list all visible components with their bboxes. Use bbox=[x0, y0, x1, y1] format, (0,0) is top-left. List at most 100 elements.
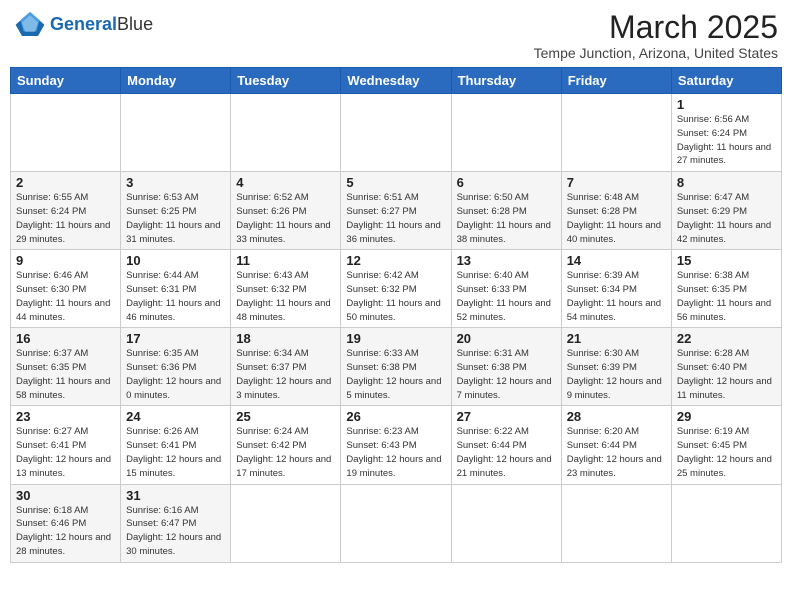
day-header-monday: Monday bbox=[121, 68, 231, 94]
day-number: 4 bbox=[236, 175, 335, 190]
day-number: 31 bbox=[126, 488, 225, 503]
calendar-cell bbox=[341, 484, 451, 562]
day-info: Sunrise: 6:38 AM Sunset: 6:35 PM Dayligh… bbox=[677, 269, 776, 324]
day-info: Sunrise: 6:18 AM Sunset: 6:46 PM Dayligh… bbox=[16, 504, 115, 559]
calendar-cell: 22Sunrise: 6:28 AM Sunset: 6:40 PM Dayli… bbox=[671, 328, 781, 406]
day-number: 25 bbox=[236, 409, 335, 424]
calendar-cell: 12Sunrise: 6:42 AM Sunset: 6:32 PM Dayli… bbox=[341, 250, 451, 328]
calendar-week-row: 9Sunrise: 6:46 AM Sunset: 6:30 PM Daylig… bbox=[11, 250, 782, 328]
day-number: 21 bbox=[567, 331, 666, 346]
day-info: Sunrise: 6:53 AM Sunset: 6:25 PM Dayligh… bbox=[126, 191, 225, 246]
calendar-cell bbox=[451, 484, 561, 562]
day-number: 29 bbox=[677, 409, 776, 424]
day-number: 13 bbox=[457, 253, 556, 268]
calendar-cell bbox=[561, 94, 671, 172]
day-number: 8 bbox=[677, 175, 776, 190]
calendar-cell: 28Sunrise: 6:20 AM Sunset: 6:44 PM Dayli… bbox=[561, 406, 671, 484]
day-info: Sunrise: 6:43 AM Sunset: 6:32 PM Dayligh… bbox=[236, 269, 335, 324]
calendar-cell bbox=[451, 94, 561, 172]
calendar-cell: 29Sunrise: 6:19 AM Sunset: 6:45 PM Dayli… bbox=[671, 406, 781, 484]
day-info: Sunrise: 6:35 AM Sunset: 6:36 PM Dayligh… bbox=[126, 347, 225, 402]
day-info: Sunrise: 6:23 AM Sunset: 6:43 PM Dayligh… bbox=[346, 425, 445, 480]
day-number: 5 bbox=[346, 175, 445, 190]
day-number: 2 bbox=[16, 175, 115, 190]
day-number: 6 bbox=[457, 175, 556, 190]
day-number: 3 bbox=[126, 175, 225, 190]
day-info: Sunrise: 6:22 AM Sunset: 6:44 PM Dayligh… bbox=[457, 425, 556, 480]
day-number: 28 bbox=[567, 409, 666, 424]
day-info: Sunrise: 6:47 AM Sunset: 6:29 PM Dayligh… bbox=[677, 191, 776, 246]
logo-icon bbox=[14, 10, 46, 38]
day-header-thursday: Thursday bbox=[451, 68, 561, 94]
calendar-cell bbox=[231, 484, 341, 562]
day-info: Sunrise: 6:37 AM Sunset: 6:35 PM Dayligh… bbox=[16, 347, 115, 402]
day-number: 26 bbox=[346, 409, 445, 424]
calendar-cell bbox=[671, 484, 781, 562]
calendar-cell bbox=[561, 484, 671, 562]
day-number: 23 bbox=[16, 409, 115, 424]
calendar-table: SundayMondayTuesdayWednesdayThursdayFrid… bbox=[10, 67, 782, 562]
calendar-header-row: SundayMondayTuesdayWednesdayThursdayFrid… bbox=[11, 68, 782, 94]
day-info: Sunrise: 6:33 AM Sunset: 6:38 PM Dayligh… bbox=[346, 347, 445, 402]
day-info: Sunrise: 6:40 AM Sunset: 6:33 PM Dayligh… bbox=[457, 269, 556, 324]
calendar-cell: 10Sunrise: 6:44 AM Sunset: 6:31 PM Dayli… bbox=[121, 250, 231, 328]
day-info: Sunrise: 6:51 AM Sunset: 6:27 PM Dayligh… bbox=[346, 191, 445, 246]
day-number: 11 bbox=[236, 253, 335, 268]
calendar-cell: 24Sunrise: 6:26 AM Sunset: 6:41 PM Dayli… bbox=[121, 406, 231, 484]
calendar-cell: 7Sunrise: 6:48 AM Sunset: 6:28 PM Daylig… bbox=[561, 172, 671, 250]
calendar-cell: 26Sunrise: 6:23 AM Sunset: 6:43 PM Dayli… bbox=[341, 406, 451, 484]
calendar-cell: 27Sunrise: 6:22 AM Sunset: 6:44 PM Dayli… bbox=[451, 406, 561, 484]
day-info: Sunrise: 6:30 AM Sunset: 6:39 PM Dayligh… bbox=[567, 347, 666, 402]
day-number: 7 bbox=[567, 175, 666, 190]
day-number: 16 bbox=[16, 331, 115, 346]
logo: GeneralBlue bbox=[14, 10, 153, 38]
day-header-tuesday: Tuesday bbox=[231, 68, 341, 94]
calendar-cell: 2Sunrise: 6:55 AM Sunset: 6:24 PM Daylig… bbox=[11, 172, 121, 250]
calendar-cell: 9Sunrise: 6:46 AM Sunset: 6:30 PM Daylig… bbox=[11, 250, 121, 328]
day-number: 19 bbox=[346, 331, 445, 346]
day-info: Sunrise: 6:50 AM Sunset: 6:28 PM Dayligh… bbox=[457, 191, 556, 246]
day-header-saturday: Saturday bbox=[671, 68, 781, 94]
day-info: Sunrise: 6:34 AM Sunset: 6:37 PM Dayligh… bbox=[236, 347, 335, 402]
day-number: 22 bbox=[677, 331, 776, 346]
day-info: Sunrise: 6:52 AM Sunset: 6:26 PM Dayligh… bbox=[236, 191, 335, 246]
calendar-cell: 16Sunrise: 6:37 AM Sunset: 6:35 PM Dayli… bbox=[11, 328, 121, 406]
calendar-week-row: 30Sunrise: 6:18 AM Sunset: 6:46 PM Dayli… bbox=[11, 484, 782, 562]
day-info: Sunrise: 6:28 AM Sunset: 6:40 PM Dayligh… bbox=[677, 347, 776, 402]
calendar-cell bbox=[121, 94, 231, 172]
calendar-cell: 23Sunrise: 6:27 AM Sunset: 6:41 PM Dayli… bbox=[11, 406, 121, 484]
calendar-week-row: 16Sunrise: 6:37 AM Sunset: 6:35 PM Dayli… bbox=[11, 328, 782, 406]
calendar-cell: 6Sunrise: 6:50 AM Sunset: 6:28 PM Daylig… bbox=[451, 172, 561, 250]
day-info: Sunrise: 6:16 AM Sunset: 6:47 PM Dayligh… bbox=[126, 504, 225, 559]
calendar-cell: 13Sunrise: 6:40 AM Sunset: 6:33 PM Dayli… bbox=[451, 250, 561, 328]
day-number: 15 bbox=[677, 253, 776, 268]
day-number: 30 bbox=[16, 488, 115, 503]
calendar-cell: 31Sunrise: 6:16 AM Sunset: 6:47 PM Dayli… bbox=[121, 484, 231, 562]
day-info: Sunrise: 6:19 AM Sunset: 6:45 PM Dayligh… bbox=[677, 425, 776, 480]
day-info: Sunrise: 6:56 AM Sunset: 6:24 PM Dayligh… bbox=[677, 113, 776, 168]
calendar-cell: 3Sunrise: 6:53 AM Sunset: 6:25 PM Daylig… bbox=[121, 172, 231, 250]
day-number: 10 bbox=[126, 253, 225, 268]
month-title: March 2025 bbox=[534, 10, 778, 45]
day-info: Sunrise: 6:48 AM Sunset: 6:28 PM Dayligh… bbox=[567, 191, 666, 246]
calendar-cell: 14Sunrise: 6:39 AM Sunset: 6:34 PM Dayli… bbox=[561, 250, 671, 328]
day-info: Sunrise: 6:55 AM Sunset: 6:24 PM Dayligh… bbox=[16, 191, 115, 246]
calendar-cell: 25Sunrise: 6:24 AM Sunset: 6:42 PM Dayli… bbox=[231, 406, 341, 484]
calendar-cell: 17Sunrise: 6:35 AM Sunset: 6:36 PM Dayli… bbox=[121, 328, 231, 406]
day-info: Sunrise: 6:26 AM Sunset: 6:41 PM Dayligh… bbox=[126, 425, 225, 480]
calendar-cell: 15Sunrise: 6:38 AM Sunset: 6:35 PM Dayli… bbox=[671, 250, 781, 328]
page-header: GeneralBlue March 2025 Tempe Junction, A… bbox=[10, 10, 782, 61]
calendar-week-row: 2Sunrise: 6:55 AM Sunset: 6:24 PM Daylig… bbox=[11, 172, 782, 250]
day-header-wednesday: Wednesday bbox=[341, 68, 451, 94]
title-area: March 2025 Tempe Junction, Arizona, Unit… bbox=[534, 10, 778, 61]
day-info: Sunrise: 6:24 AM Sunset: 6:42 PM Dayligh… bbox=[236, 425, 335, 480]
day-number: 24 bbox=[126, 409, 225, 424]
logo-text: GeneralBlue bbox=[50, 15, 153, 33]
day-number: 17 bbox=[126, 331, 225, 346]
calendar-week-row: 1Sunrise: 6:56 AM Sunset: 6:24 PM Daylig… bbox=[11, 94, 782, 172]
calendar-body: 1Sunrise: 6:56 AM Sunset: 6:24 PM Daylig… bbox=[11, 94, 782, 562]
calendar-cell bbox=[231, 94, 341, 172]
calendar-cell: 5Sunrise: 6:51 AM Sunset: 6:27 PM Daylig… bbox=[341, 172, 451, 250]
day-number: 18 bbox=[236, 331, 335, 346]
day-info: Sunrise: 6:39 AM Sunset: 6:34 PM Dayligh… bbox=[567, 269, 666, 324]
